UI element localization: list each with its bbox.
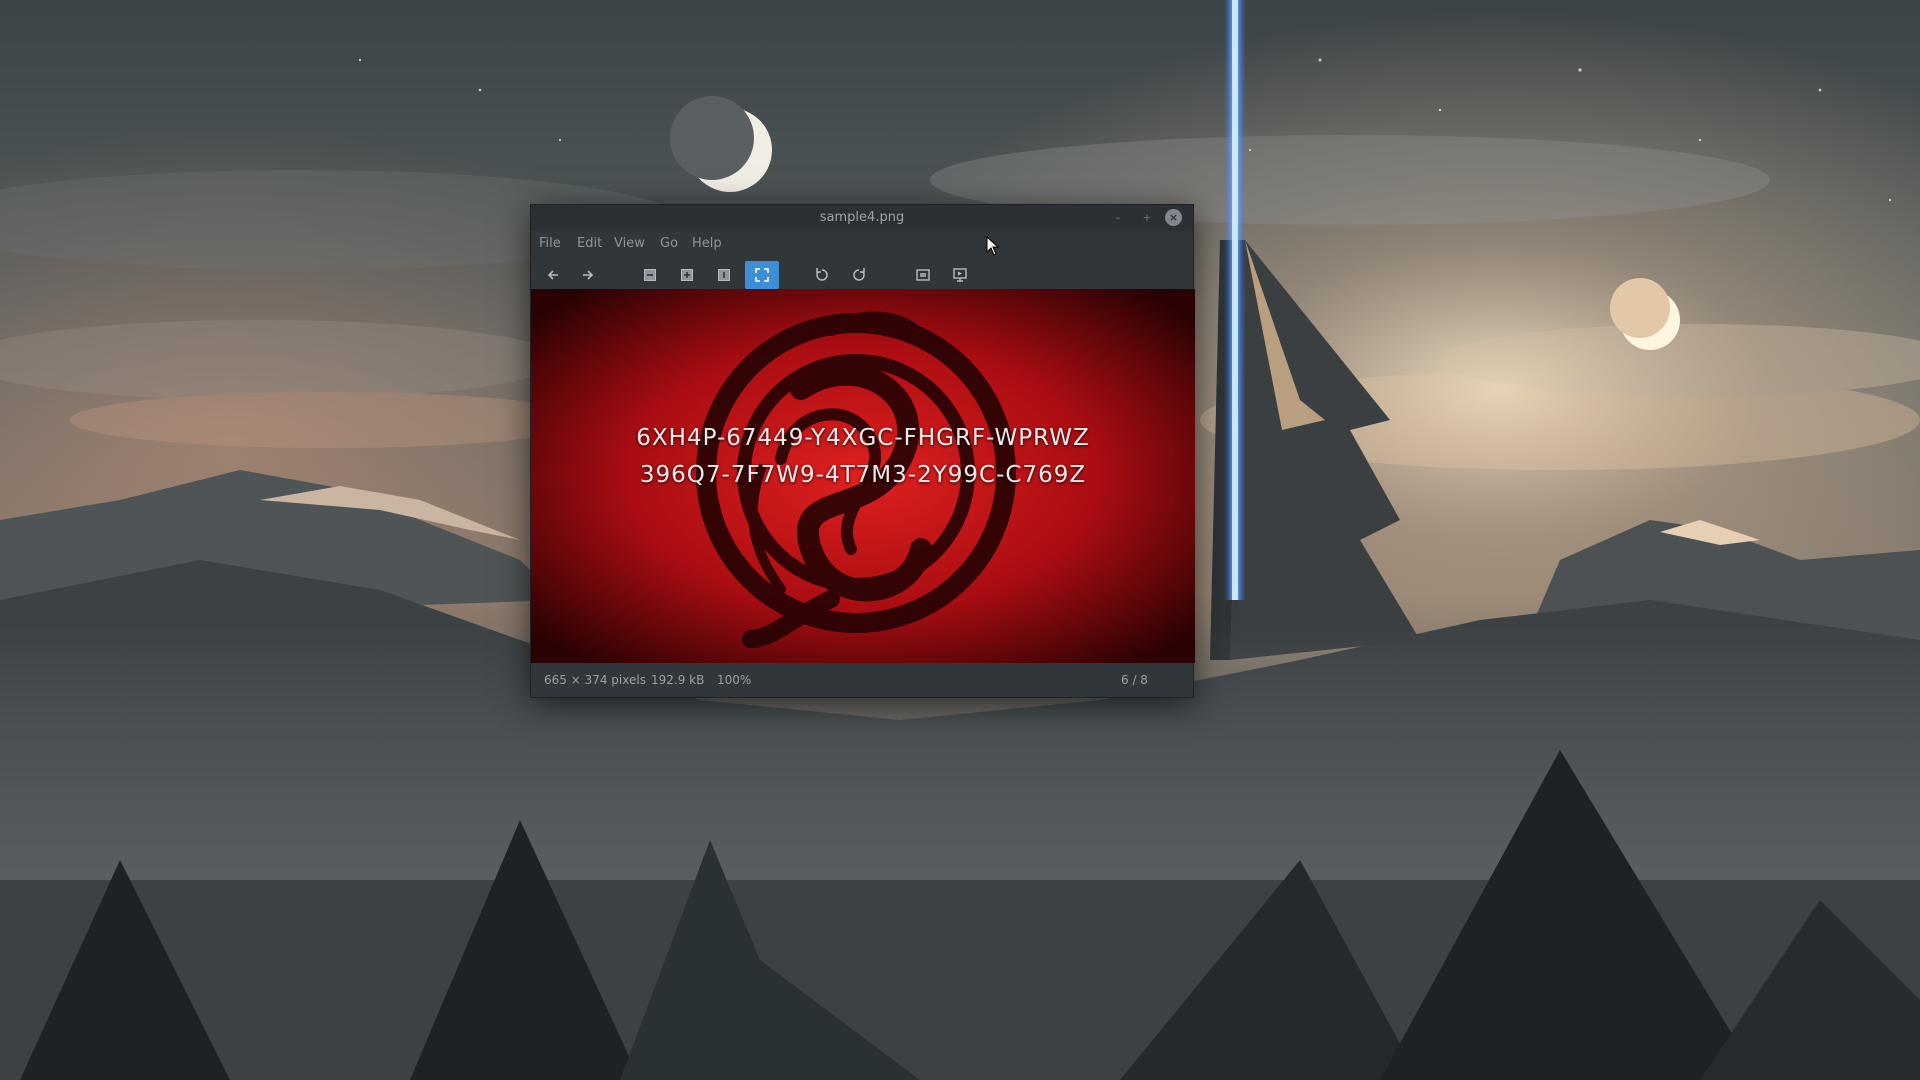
image-text-line-1: 6XH4P-67449-Y4XGC-FHGRF-WPRWZ (636, 425, 1090, 451)
image-canvas[interactable]: 6XH4P-67449-Y4XGC-FHGRF-WPRWZ 396Q7-7F7W… (531, 289, 1195, 663)
zoom-level: 100% (717, 673, 752, 687)
back-button[interactable] (540, 262, 566, 288)
image-viewer-window: sample4.png – + × File Edit View Go Help (530, 204, 1195, 698)
back-arrow-icon (547, 270, 558, 280)
zoom-out-icon (644, 269, 656, 281)
zoom-out-button[interactable] (637, 262, 663, 288)
rotate-left-icon (816, 268, 828, 281)
fullscreen-icon (916, 269, 930, 281)
maximize-button[interactable]: + (1134, 205, 1160, 231)
zoom-fit-button[interactable] (745, 261, 779, 289)
menu-view[interactable]: View (614, 231, 645, 257)
window-title: sample4.png (819, 210, 905, 225)
menu-go[interactable]: Go (660, 231, 678, 257)
menu-help[interactable]: Help (692, 231, 722, 257)
zoom-original-button[interactable] (711, 262, 737, 288)
mouse-cursor-icon (986, 236, 1000, 256)
zoom-original-icon (718, 269, 730, 281)
file-size: 192.9 kB (651, 673, 705, 687)
toolbar (531, 257, 1193, 293)
zoom-in-button[interactable] (674, 262, 700, 288)
slideshow-button[interactable] (947, 262, 973, 288)
rotate-left-button[interactable] (809, 262, 835, 288)
zoom-in-icon (681, 269, 693, 281)
image-position: 6 / 8 (1121, 673, 1148, 687)
minimize-button[interactable]: – (1105, 205, 1131, 231)
menu-edit[interactable]: Edit (577, 231, 602, 257)
close-button[interactable]: × (1165, 209, 1182, 226)
status-bar: 665 × 374 pixels 192.9 kB 100% 6 / 8 (531, 663, 1193, 697)
forward-button[interactable] (575, 262, 601, 288)
fullscreen-button[interactable] (910, 262, 936, 288)
menu-bar: File Edit View Go Help (531, 231, 1193, 257)
image-text-line-2: 396Q7-7F7W9-4T7M3-2Y99C-C769Z (639, 462, 1087, 488)
rotate-right-button[interactable] (846, 262, 872, 288)
menu-file[interactable]: File (539, 231, 561, 257)
title-bar[interactable]: sample4.png – + × (531, 205, 1193, 231)
rotate-right-icon (853, 268, 865, 281)
forward-arrow-icon (583, 270, 594, 280)
image-dimensions: 665 × 374 pixels (544, 673, 646, 687)
slideshow-icon (953, 268, 967, 282)
zoom-fit-icon (755, 268, 769, 282)
